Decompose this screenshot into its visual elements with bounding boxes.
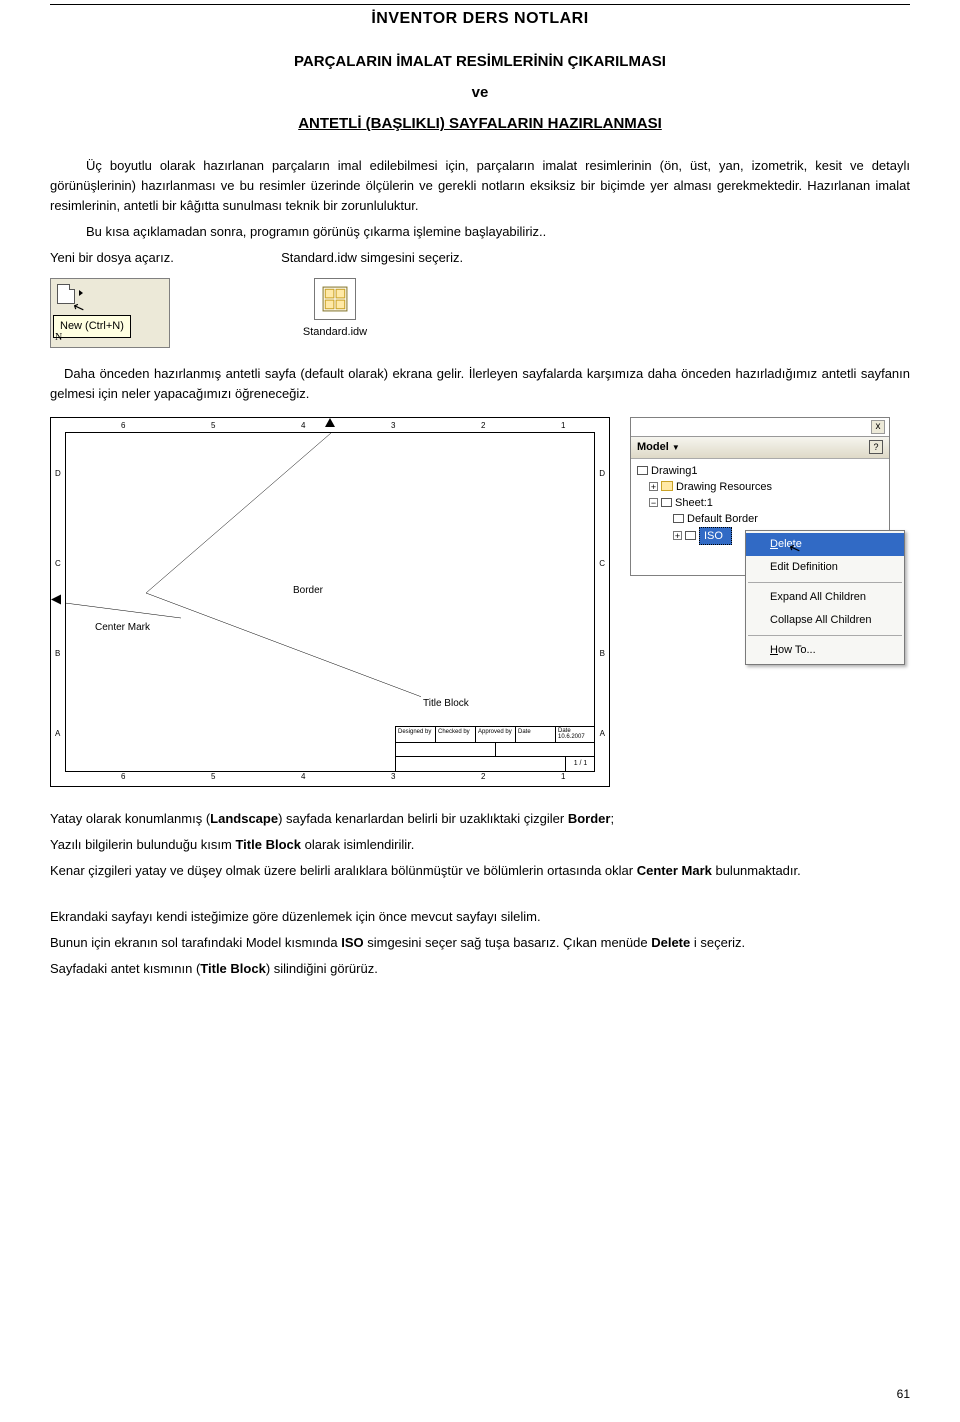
paragraph-delete-intro: Ekrandaki sayfayı kendi isteğimize göre … xyxy=(50,907,910,927)
paragraph-centermark: Kenar çizgileri yatay ve düşey olmak üze… xyxy=(50,861,910,881)
tree-root-drawing[interactable]: Drawing1 xyxy=(635,463,885,479)
page-title-2: ve xyxy=(50,81,910,104)
paragraph-intro: Üç boyutlu olarak hazırlanan parçaların … xyxy=(50,156,910,216)
p3-left: Yeni bir dosya açarız. xyxy=(50,250,174,265)
menu-item-edit-definition[interactable]: Edit Definition xyxy=(746,556,904,579)
paragraph-iso-delete: Bunun için ekranın sol tarafındaki Model… xyxy=(50,933,910,953)
expand-icon[interactable]: + xyxy=(673,531,682,540)
folder-icon xyxy=(661,481,673,491)
sheet-icon xyxy=(661,498,672,507)
drawing-sheet: 6 5 4 3 2 1 6 5 4 3 2 1 D C B A D C B A … xyxy=(50,417,610,787)
standard-idw-label: Standard.idw xyxy=(290,324,380,341)
standard-idw-item[interactable]: Standard.idw xyxy=(290,278,380,341)
paragraph-landscape: Yatay olarak konumlanmış (Landscape) say… xyxy=(50,809,910,829)
menu-item-delete[interactable]: DDeleteelete xyxy=(746,533,904,556)
doc-header: İNVENTOR DERS NOTLARI xyxy=(50,4,910,32)
tree-iso-selected: ISO xyxy=(699,527,732,545)
page-title-1: PARÇALARIN İMALAT RESİMLERİNİN ÇIKARILMA… xyxy=(50,50,910,73)
sheet-label-titleblock: Title Block xyxy=(421,696,471,712)
iso-icon xyxy=(685,531,696,540)
sheet-label-border: Border xyxy=(291,583,325,599)
menu-item-expand-all[interactable]: Expand All Children xyxy=(746,586,904,609)
drawing-icon xyxy=(637,466,648,475)
expand-icon[interactable]: + xyxy=(649,482,658,491)
tree-sheet1[interactable]: −Sheet:1 xyxy=(635,495,885,511)
new-tooltip: New (Ctrl+N) xyxy=(53,315,131,338)
center-mark-arrow-icon xyxy=(51,594,65,609)
paragraph-2: Bu kısa açıklamadan sonra, programın gör… xyxy=(50,222,910,242)
new-file-toolbar: ↖ New (Ctrl+N) N xyxy=(50,278,170,348)
paragraph-4: Daha önceden hazırlanmış antetli sayfa (… xyxy=(50,364,910,404)
paragraph-titleblock: Yazılı bilgilerin bulunduğu kısım Title … xyxy=(50,835,910,855)
model-panel-title: Model ▼ xyxy=(637,439,680,456)
close-icon[interactable]: x xyxy=(871,420,885,434)
paragraph-3: Yeni bir dosya açarız. Standard.idw simg… xyxy=(50,248,910,268)
sheet-label-centermark: Center Mark xyxy=(93,620,152,636)
title-block: Designed by Checked by Approved by Date … xyxy=(395,726,595,772)
page-number: 61 xyxy=(897,1385,910,1404)
context-menu: DDeleteelete Edit Definition Expand All … xyxy=(745,530,905,665)
center-mark-top-icon xyxy=(325,418,335,435)
menu-item-howto[interactable]: How To... xyxy=(746,639,904,662)
help-icon[interactable]: ? xyxy=(869,440,883,454)
collapse-icon[interactable]: − xyxy=(649,498,658,507)
tree-default-border[interactable]: Default Border xyxy=(635,511,885,527)
standard-idw-icon xyxy=(314,278,356,320)
p3-right: Standard.idw simgesini seçeriz. xyxy=(281,250,463,265)
paragraph-result: Sayfadaki antet kısmının (Title Block) s… xyxy=(50,959,910,979)
tree-resources[interactable]: +Drawing Resources xyxy=(635,479,885,495)
page-title-3: ANTETLİ (BAŞLIKLI) SAYFALARIN HAZIRLANMA… xyxy=(50,112,910,135)
model-browser-panel: x Model ▼ ? Drawing1 +Drawing Resources … xyxy=(630,417,890,576)
new-letter: N xyxy=(55,330,62,346)
border-icon xyxy=(673,514,684,523)
menu-item-collapse-all[interactable]: Collapse All Children xyxy=(746,609,904,632)
